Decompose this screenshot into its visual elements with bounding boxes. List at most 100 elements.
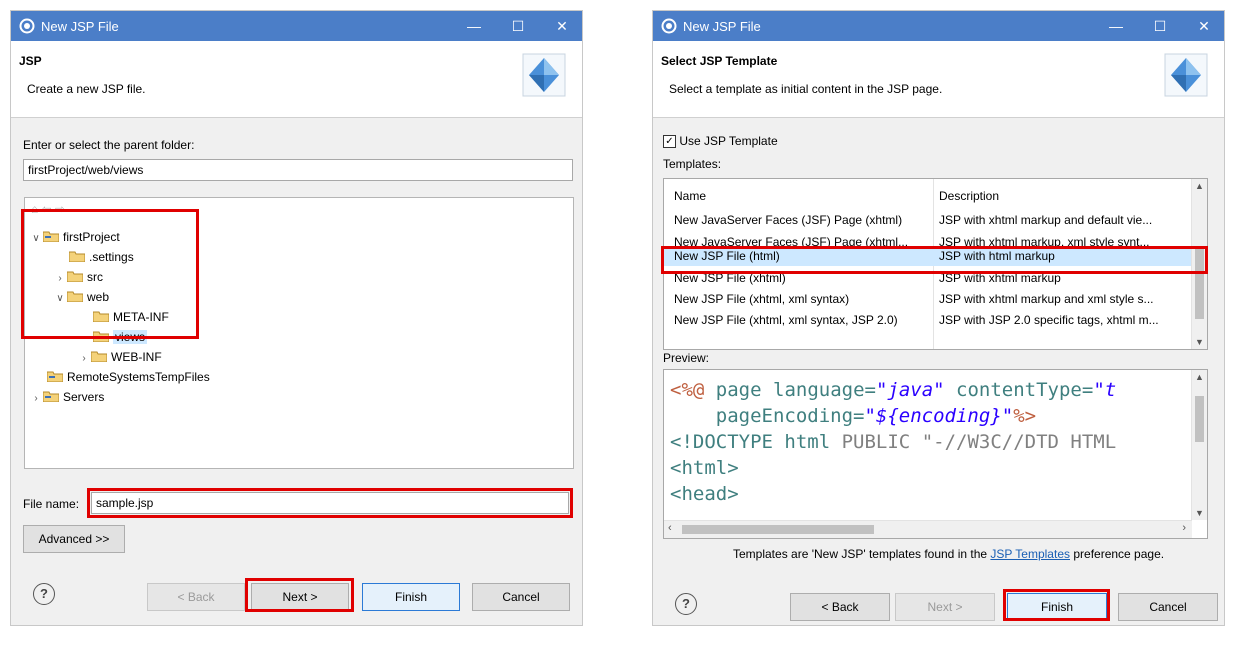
filename-input[interactable]: sample.jsp [91,492,569,514]
next-button[interactable]: Next > [251,583,349,611]
column-header-description[interactable]: Description [939,186,1194,206]
folder-icon [67,271,83,283]
scroll-thumb[interactable] [682,525,874,534]
tree-item-settings[interactable]: .settings [69,247,134,267]
scroll-right-icon[interactable]: › [1182,522,1186,534]
project-icon [47,371,63,383]
cancel-button[interactable]: Cancel [472,583,570,611]
checkbox-checked-icon[interactable]: ✓ [663,135,676,149]
preview-horizontal-scrollbar[interactable]: ‹ › [664,520,1192,538]
folder-icon [91,351,107,363]
scroll-down-icon[interactable]: ▼ [1192,337,1207,347]
wizard-banner-icon [522,53,566,97]
wizard-banner-icon [1164,53,1208,97]
forward-arrow-icon[interactable]: ⇨ [55,202,65,216]
tree-item-label: src [87,270,103,284]
preview-vertical-scrollbar[interactable]: ▲ ▼ [1191,370,1207,520]
template-preview[interactable]: <%@ page language="java" contentType="t … [663,369,1208,539]
jsp-templates-link[interactable]: JSP Templates [990,547,1070,561]
template-description: JSP with xhtml markup [939,271,1061,285]
footer-text: preference page. [1073,547,1165,561]
use-template-label: Use JSP Template [679,134,778,148]
template-name: New JSP File (xhtml, xml syntax, JSP 2.0… [674,313,898,327]
back-arrow-icon[interactable]: ⇦ [42,202,52,216]
close-icon[interactable]: ✕ [551,16,573,36]
home-icon[interactable]: ⌂ [31,202,38,216]
page-title: Select JSP Template [661,54,778,68]
folder-tree[interactable]: ⌂ ⇦ ⇨ ∨ firstProject .settings › src ∨ web … [24,197,574,469]
tree-item-label: WEB-INF [111,350,162,364]
table-row[interactable]: New JSP File (xhtml, xml syntax) JSP wit… [664,289,1194,309]
finish-button[interactable]: Finish [1007,593,1107,621]
scroll-left-icon[interactable]: ‹ [668,522,672,534]
folder-icon [67,291,83,303]
page-description: Select a template as initial content in … [669,82,943,96]
finish-button[interactable]: Finish [362,583,460,611]
table-scrollbar[interactable]: ▲ ▼ [1191,179,1207,349]
table-row-selected[interactable]: New JSP File (html) JSP with html markup [664,246,1194,266]
tree-item-src[interactable]: › src [53,267,103,287]
page-title: JSP [19,54,42,68]
tree-item-firstproject[interactable]: ∨ firstProject [29,227,119,249]
scroll-thumb[interactable] [1195,249,1204,319]
tree-item-label-selected: views [113,330,148,344]
window-title: New JSP File [41,19,119,34]
tree-item-label: web [87,290,110,304]
use-template-checkbox-row[interactable]: ✓ Use JSP Template [663,134,778,149]
preview-line-3: <!DOCTYPE html PUBLIC "-//W3C//DTD HTML [670,431,1117,453]
tree-item-web[interactable]: ∨ web [53,287,109,307]
table-header: Name Description [664,186,1194,206]
maximize-icon[interactable]: ☐ [507,16,529,36]
scroll-up-icon[interactable]: ▲ [1192,181,1207,191]
help-icon[interactable]: ? [675,593,697,615]
minimize-icon[interactable]: — [1105,16,1127,36]
title-bar[interactable]: New JSP File — ☐ ✕ [11,11,582,41]
template-description: JSP with html markup [939,249,1055,263]
project-icon [43,231,59,243]
table-row[interactable]: New JavaServer Faces (JSF) Page (xhtml) … [664,210,1194,230]
chevron-right-icon[interactable]: › [29,389,43,409]
table-row[interactable]: New JavaServer Faces (JSF) Page (xhtml..… [664,232,1194,246]
advanced-button[interactable]: Advanced >> [23,525,125,553]
column-header-name[interactable]: Name [674,186,934,206]
cancel-button[interactable]: Cancel [1118,593,1218,621]
tree-item-label: .settings [89,250,134,264]
next-button[interactable]: Next > [895,593,995,621]
templates-label: Templates: [663,157,722,171]
parent-folder-input[interactable]: firstProject/web/views [23,159,573,181]
tree-item-servers[interactable]: › Servers [29,387,104,407]
preview-label: Preview: [663,351,710,365]
maximize-icon[interactable]: ☐ [1149,16,1171,36]
template-name: New JSP File (xhtml, xml syntax) [674,292,850,306]
templates-table[interactable]: Name Description New JavaServer Faces (J… [663,178,1208,350]
chevron-down-icon[interactable]: ∨ [29,229,43,249]
preview-line-4: <html> [670,457,739,479]
minimize-icon[interactable]: — [463,16,485,36]
tree-item-web-inf[interactable]: › WEB-INF [77,347,162,369]
tree-item-label: META-INF [113,310,169,324]
title-bar[interactable]: New JSP File — ☐ ✕ [653,11,1224,41]
scroll-thumb[interactable] [1195,396,1204,442]
tree-item-remote-systems[interactable]: RemoteSystemsTempFiles [47,367,210,387]
filename-label: File name: [23,497,80,511]
tree-item-label: RemoteSystemsTempFiles [67,370,210,384]
new-jsp-file-dialog-right: New JSP File — ☐ ✕ Select JSP Template S… [652,10,1225,626]
table-row[interactable]: New JSP File (xhtml) JSP with xhtml mark… [664,268,1194,288]
chevron-right-icon[interactable]: › [77,349,91,369]
template-description: JSP with xhtml markup and default vie... [939,213,1153,227]
template-name: New JSP File (html) [674,249,780,263]
help-icon[interactable]: ? [33,583,55,605]
template-name: New JavaServer Faces (JSF) Page (xhtml) [674,213,903,227]
tree-item-views[interactable]: views [93,327,148,347]
scroll-up-icon[interactable]: ▲ [1192,372,1207,382]
back-button[interactable]: < Back [147,583,245,611]
template-description: JSP with xhtml markup, xml style synt... [939,235,1150,246]
chevron-down-icon[interactable]: ∨ [53,289,67,309]
table-row[interactable]: New JSP File (xhtml, xml syntax, JSP 2.0… [664,310,1194,330]
tree-item-meta-inf[interactable]: META-INF [93,307,169,327]
back-button[interactable]: < Back [790,593,890,621]
chevron-right-icon[interactable]: › [53,269,67,289]
scroll-down-icon[interactable]: ▼ [1192,508,1207,518]
eclipse-gear-icon [19,18,35,34]
close-icon[interactable]: ✕ [1193,16,1215,36]
